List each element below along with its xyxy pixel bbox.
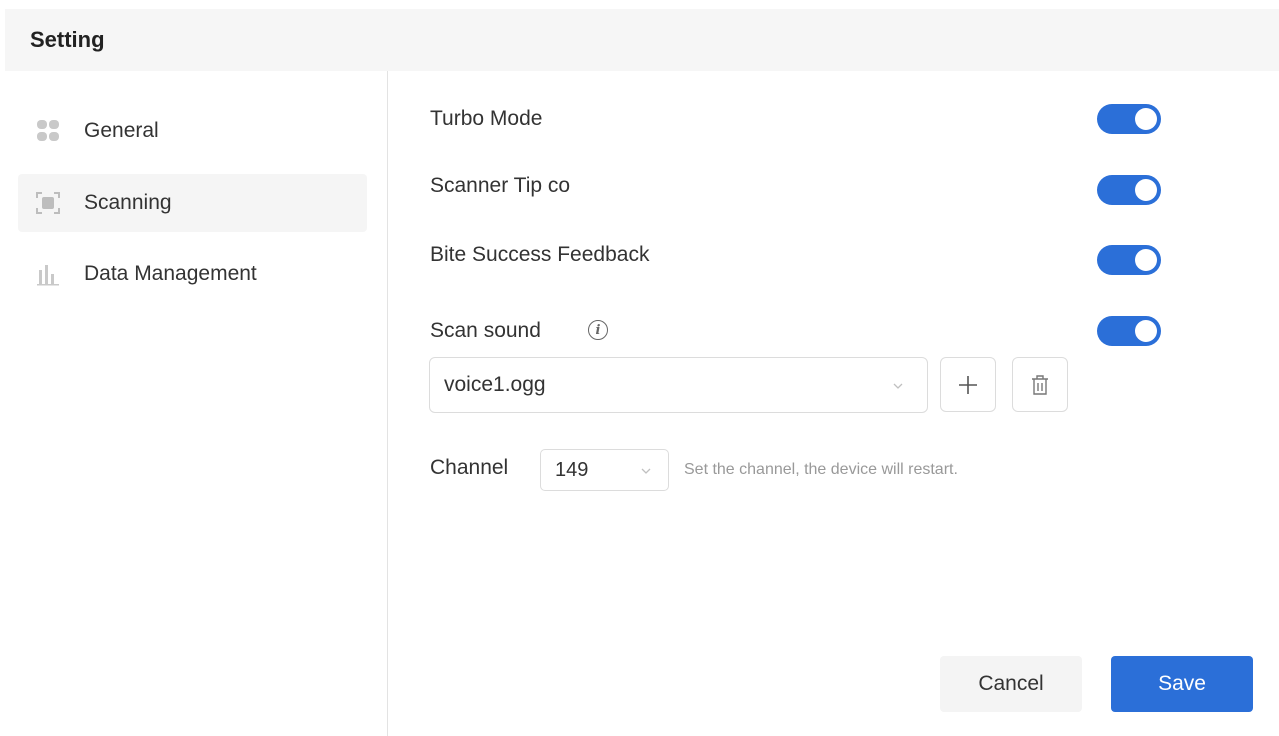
grid-icon [32, 115, 64, 147]
toggle-knob [1135, 108, 1157, 130]
add-sound-button[interactable] [940, 357, 996, 412]
chevron-down-icon [893, 383, 903, 389]
sidebar: General Scanning Data Management [0, 71, 388, 736]
scan-sound-label: Scan sound [430, 319, 541, 342]
scanner-tip-label: Scanner Tip co [430, 174, 571, 197]
page-title: Setting [30, 27, 105, 52]
trash-icon [1032, 374, 1048, 395]
sidebar-item-general[interactable]: General [18, 102, 367, 160]
bite-feedback-toggle[interactable] [1097, 245, 1161, 275]
bar-chart-icon [32, 258, 64, 290]
turbo-mode-label: Turbo Mode [430, 107, 543, 130]
settings-header: Setting [5, 9, 1279, 71]
toggle-knob [1135, 320, 1157, 342]
sidebar-item-scanning[interactable]: Scanning [18, 174, 367, 232]
info-icon[interactable]: i [588, 320, 608, 340]
turbo-mode-toggle[interactable] [1097, 104, 1161, 134]
toggle-knob [1135, 249, 1157, 271]
sidebar-item-data-management[interactable]: Data Management [18, 245, 367, 303]
channel-select[interactable]: 149 [540, 449, 669, 491]
sidebar-item-label: Scanning [84, 191, 172, 214]
channel-hint: Set the channel, the device will restart… [684, 461, 958, 478]
save-button[interactable]: Save [1111, 656, 1253, 712]
cancel-button[interactable]: Cancel [940, 656, 1082, 712]
channel-value: 149 [555, 459, 589, 481]
scan-sound-value: voice1.ogg [444, 373, 546, 396]
sidebar-item-label: General [84, 119, 159, 142]
scan-icon [32, 187, 64, 219]
sidebar-item-label: Data Management [84, 262, 257, 285]
channel-label: Channel [430, 456, 509, 479]
bite-feedback-label: Bite Success Feedback [430, 243, 650, 266]
scan-sound-toggle[interactable] [1097, 316, 1161, 346]
chevron-down-icon [641, 468, 651, 474]
scanner-tip-toggle[interactable] [1097, 175, 1161, 205]
plus-icon [959, 375, 977, 394]
toggle-knob [1135, 179, 1157, 201]
delete-sound-button[interactable] [1012, 357, 1068, 412]
scan-sound-select[interactable]: voice1.ogg [429, 357, 928, 413]
